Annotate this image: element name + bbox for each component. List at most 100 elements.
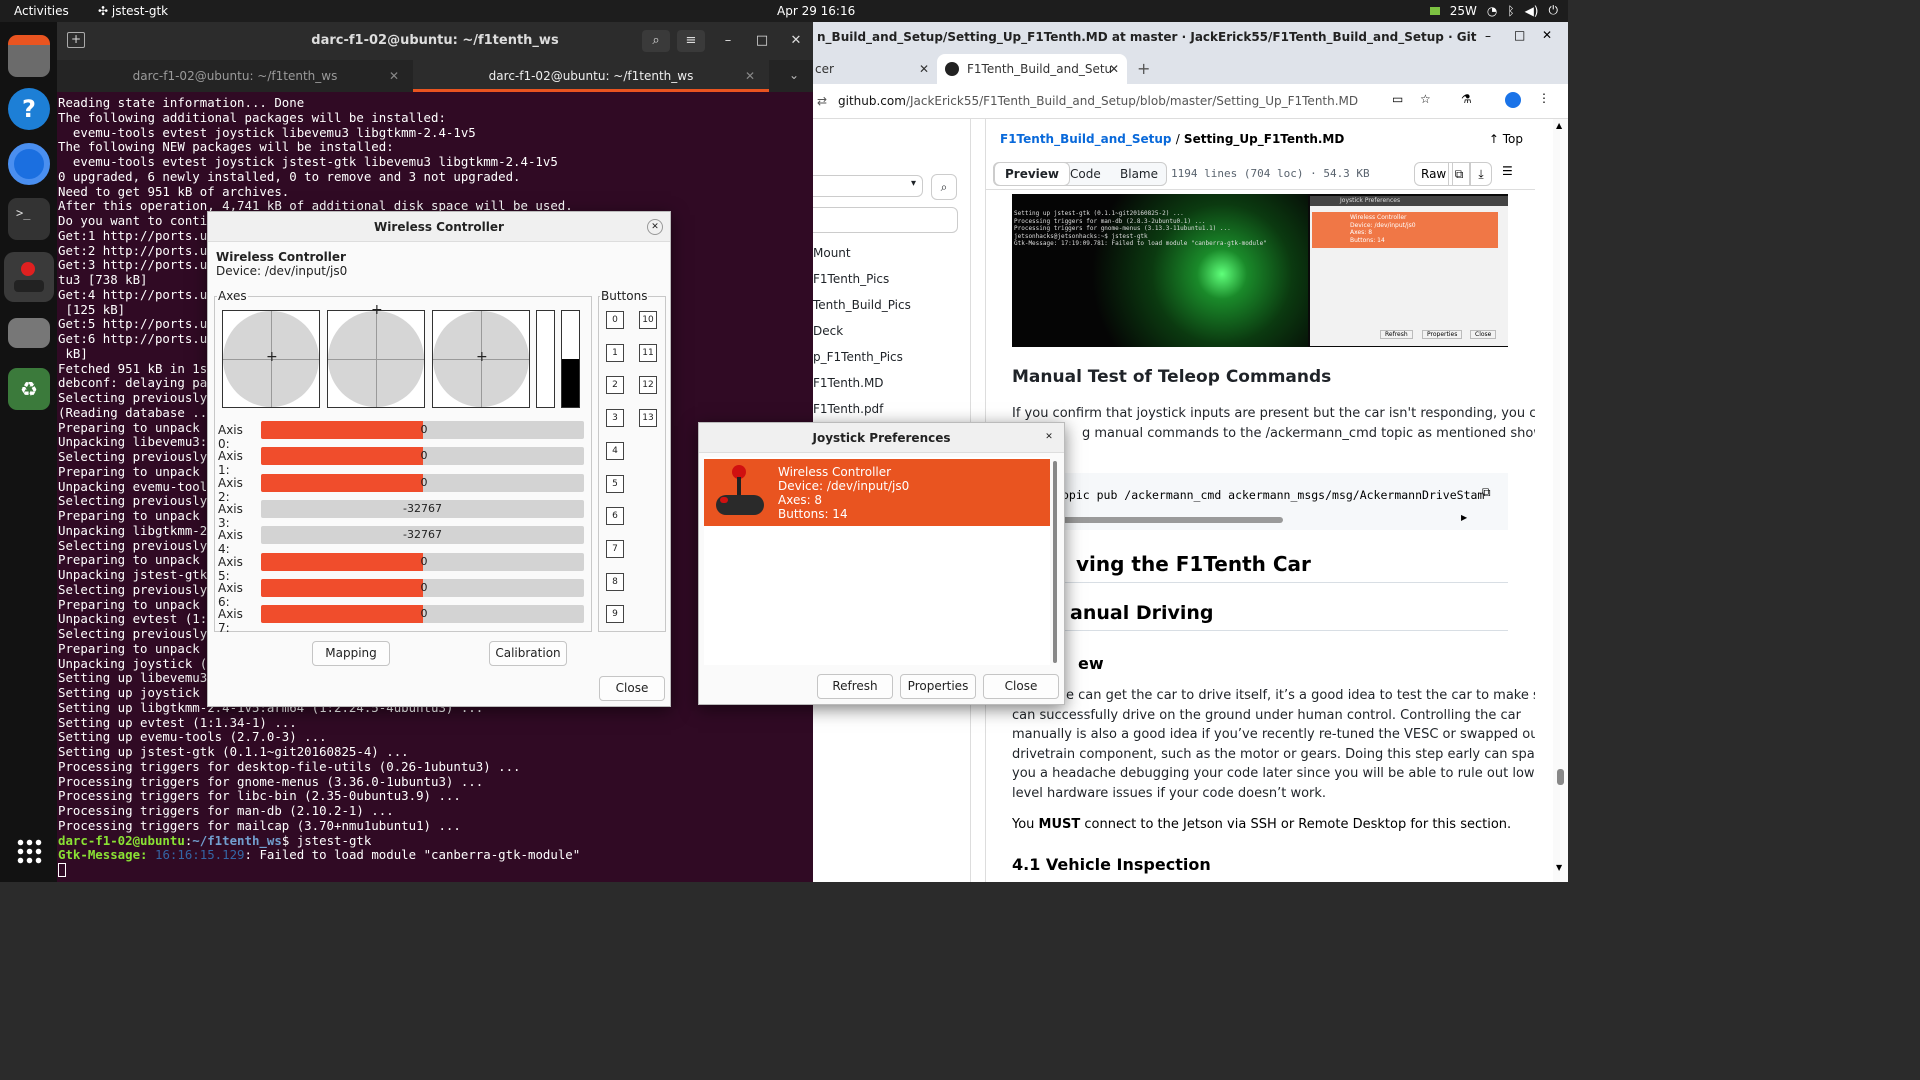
- tree-item[interactable]: Tenth_Build_Pics: [813, 298, 911, 312]
- maximize-icon[interactable]: □: [751, 30, 773, 52]
- scrollbar-thumb[interactable]: [1557, 769, 1564, 785]
- properties-button[interactable]: Properties: [900, 674, 976, 699]
- close-tab-icon[interactable]: ✕: [1109, 54, 1119, 84]
- site-info-icon[interactable]: ⇄: [817, 94, 827, 108]
- scroll-right-icon[interactable]: ▶: [1461, 513, 1467, 522]
- joystick-preferences-dialog: Joystick Preferences ✕ Wireless Controlle…: [698, 422, 1065, 705]
- joystick-button-indicator: 10: [639, 311, 657, 329]
- tree-item[interactable]: Mount: [813, 246, 851, 260]
- axis-value: 0: [420, 554, 428, 568]
- minimize-icon[interactable]: –: [717, 30, 739, 52]
- tree-item[interactable]: F1Tenth.MD: [813, 376, 884, 390]
- axis-fill: [261, 552, 423, 571]
- close-icon[interactable]: ✕: [785, 30, 807, 52]
- refresh-button[interactable]: Refresh: [817, 674, 893, 699]
- github-icon: [945, 62, 959, 76]
- filter-input[interactable]: [813, 207, 958, 233]
- minimize-icon[interactable]: –: [1485, 29, 1491, 43]
- new-tab-icon[interactable]: +: [1137, 59, 1150, 78]
- show-apps-icon[interactable]: [16, 838, 42, 864]
- tab-preview[interactable]: Preview: [994, 162, 1071, 186]
- close-icon[interactable]: ✕: [647, 219, 663, 235]
- chevron-down-icon[interactable]: ⌄: [789, 68, 799, 82]
- tree-item[interactable]: p_F1Tenth_Pics: [813, 350, 903, 364]
- tab-blame[interactable]: Blame: [1110, 162, 1168, 186]
- axis-bar: 0: [261, 447, 584, 466]
- calibration-button[interactable]: Calibration: [489, 641, 567, 666]
- paragraph-line: If you confirm that joystick inputs are …: [1012, 406, 1535, 421]
- joystick-button-indicator: 9: [606, 605, 624, 624]
- close-tab-icon[interactable]: ✕: [389, 60, 399, 92]
- kebab-menu-icon[interactable]: ⋮: [1538, 91, 1550, 105]
- close-icon[interactable]: ✕: [1041, 430, 1057, 446]
- tab-partial[interactable]: cer ✕: [813, 54, 935, 84]
- terminal-line: evemu-tools evtest joystick libevemu3 li…: [58, 124, 476, 140]
- search-icon[interactable]: ⌕: [642, 30, 670, 52]
- clock[interactable]: Apr 29 16:16: [777, 4, 855, 18]
- search-button[interactable]: ⌕: [931, 174, 957, 200]
- paragraph-drive: e can get the car to drive itself, it’s …: [1012, 688, 1535, 801]
- close-tab-icon[interactable]: ✕: [919, 54, 929, 84]
- labs-icon[interactable]: ⚗: [1461, 92, 1472, 106]
- axis-value: 0: [420, 449, 428, 463]
- activities-button[interactable]: Activities: [14, 4, 69, 18]
- close-button[interactable]: Close: [599, 676, 665, 701]
- profile-icon[interactable]: [1505, 92, 1521, 108]
- axis-fill: [261, 447, 423, 466]
- copy-code-icon[interactable]: ⧉: [1482, 485, 1491, 500]
- tree-item[interactable]: F1Tenth_Pics: [813, 272, 889, 286]
- url-text[interactable]: github.com/JackErick55/F1Tenth_Build_and…: [838, 94, 1358, 108]
- scroll-down-icon[interactable]: ▼: [1556, 863, 1562, 872]
- scroll-up-icon[interactable]: ▲: [1556, 121, 1562, 130]
- trash-icon[interactable]: ♻: [8, 368, 50, 410]
- stick-crosshair: +: [266, 349, 278, 365]
- breadcrumb-repo-link[interactable]: F1Tenth_Build_and_Setup: [1000, 132, 1172, 146]
- screenshot-prefs: Joystick Preferences Wireless Controller…: [1310, 196, 1508, 346]
- buttons-label: Buttons: [600, 289, 649, 303]
- top-link[interactable]: ↑ Top: [1489, 132, 1523, 146]
- files-icon[interactable]: [8, 35, 50, 77]
- axis-value: -32767: [403, 501, 442, 515]
- mapping-button[interactable]: Mapping: [312, 641, 390, 666]
- download-icon[interactable]: ⤓: [1470, 162, 1492, 186]
- controller-dialog: Wireless Controller ✕ Wireless Controller…: [207, 211, 671, 707]
- install-icon[interactable]: ▭: [1392, 92, 1403, 106]
- paragraph-line: g manual commands to the /ackermann_cmd …: [1082, 425, 1535, 441]
- axis-fill: [261, 473, 423, 492]
- axis-value: 0: [420, 475, 428, 489]
- copy-icon[interactable]: ⧉: [1448, 162, 1470, 186]
- dialog-header: Joystick Preferences ✕: [699, 423, 1064, 453]
- close-button[interactable]: Close: [983, 674, 1059, 699]
- app-menu[interactable]: ✣ jstest-gtk: [98, 4, 168, 18]
- axis-bar: 0: [261, 578, 584, 597]
- hamburger-menu-icon[interactable]: ≡: [677, 30, 705, 52]
- close-icon[interactable]: ✕: [1542, 28, 1552, 42]
- joystick-button-indicator: 1: [606, 343, 624, 362]
- outline-icon[interactable]: ☰: [1502, 164, 1513, 178]
- terminal-icon[interactable]: >_: [8, 198, 50, 240]
- close-tab-icon[interactable]: ✕: [745, 60, 755, 92]
- tree-item[interactable]: Deck: [813, 324, 843, 338]
- tab-github[interactable]: F1Tenth_Build_and_Setu ✕: [937, 54, 1127, 84]
- drive-icon[interactable]: [8, 318, 50, 348]
- terminal-line: Processing triggers for desktop-file-uti…: [58, 758, 521, 774]
- page-scrollbar[interactable]: ▲ ▼: [1553, 119, 1568, 882]
- list-scrollbar[interactable]: [1053, 461, 1057, 663]
- chromium-icon[interactable]: [8, 143, 50, 185]
- tab-terminal-2[interactable]: darc-f1-02@ubuntu: ~/f1tenth_ws ✕: [413, 60, 769, 92]
- joystick-button-indicator: 3: [606, 409, 624, 428]
- address-bar[interactable]: ⇄ github.com/JackErick55/F1Tenth_Build_a…: [813, 84, 1568, 119]
- tree-search-input[interactable]: ▾: [813, 175, 923, 197]
- maximize-icon[interactable]: □: [1514, 28, 1525, 42]
- file-info: 1194 lines (704 loc) · 54.3 KB: [1171, 167, 1370, 180]
- terminal-prompt-line: darc-f1-02@ubuntu:~/f1tenth_ws$ jstest-g…: [58, 832, 372, 848]
- axis-row: Axis 1: 0: [218, 447, 590, 477]
- jstest-gtk-icon[interactable]: [4, 252, 54, 302]
- help-icon[interactable]: ?: [8, 88, 50, 130]
- joystick-list-item[interactable]: Wireless Controller Device: /dev/input/j…: [704, 459, 1050, 526]
- bookmark-star-icon[interactable]: ☆: [1420, 92, 1431, 106]
- tab-code[interactable]: Code: [1060, 162, 1111, 186]
- tree-item[interactable]: F1Tenth.pdf: [813, 402, 883, 416]
- system-tray[interactable]: 25W ◔ ᛒ ◀) ⏻: [1429, 3, 1558, 18]
- tab-terminal-1[interactable]: darc-f1-02@ubuntu: ~/f1tenth_ws ✕: [57, 60, 413, 92]
